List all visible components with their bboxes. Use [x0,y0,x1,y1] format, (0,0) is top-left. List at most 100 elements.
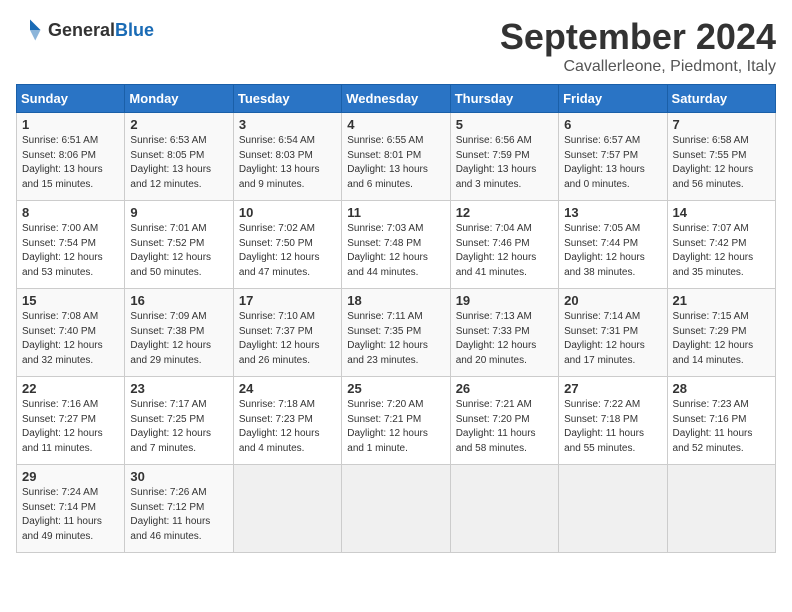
day-info: Sunrise: 7:14 AM Sunset: 7:31 PM Dayligh… [564,310,661,368]
day-info: Sunrise: 7:07 AM Sunset: 7:42 PM Dayligh… [673,222,770,280]
day-info: Sunrise: 7:17 AM Sunset: 7:25 PM Dayligh… [130,398,227,456]
day-number: 18 [347,293,444,308]
calendar-cell: 3Sunrise: 6:54 AM Sunset: 8:03 PM Daylig… [233,113,341,201]
day-number: 26 [456,381,553,396]
day-info: Sunrise: 7:05 AM Sunset: 7:44 PM Dayligh… [564,222,661,280]
day-info: Sunrise: 7:01 AM Sunset: 7:52 PM Dayligh… [130,222,227,280]
calendar-cell: 10 Sunrise: 7:02 AM Sunset: 7:50 PM Dayli… [233,201,341,289]
day-info: Sunrise: 7:26 AM Sunset: 7:12 PM Dayligh… [130,486,227,544]
calendar-cell [450,465,558,553]
page-header: GeneralBlue September 2024 Cavallerleone… [16,16,776,76]
calendar-cell: 6 Sunrise: 6:57 AM Sunset: 7:57 PM Daylig… [559,113,667,201]
day-number: 24 [239,381,336,396]
weekday-header-thursday: Thursday [450,85,558,113]
calendar-cell: 17Sunrise: 7:10 AM Sunset: 7:37 PM Dayli… [233,289,341,377]
calendar-cell: 9 Sunrise: 7:01 AM Sunset: 7:52 PM Daylig… [125,201,233,289]
logo-blue: Blue [115,20,154,40]
weekday-header-sunday: Sunday [17,85,125,113]
day-number: 7 [673,117,770,132]
calendar-cell: 30 Sunrise: 7:26 AM Sunset: 7:12 PM Dayli… [125,465,233,553]
calendar-cell: 26 Sunrise: 7:21 AM Sunset: 7:20 PM Dayli… [450,377,558,465]
day-number: 9 [130,205,227,220]
calendar-cell: 11 Sunrise: 7:03 AM Sunset: 7:48 PM Dayli… [342,201,450,289]
calendar-week-3: 15 Sunrise: 7:08 AM Sunset: 7:40 PM Dayli… [17,289,776,377]
calendar-cell [559,465,667,553]
weekday-header-wednesday: Wednesday [342,85,450,113]
day-number: 12 [456,205,553,220]
day-info: Sunrise: 7:22 AM Sunset: 7:18 PM Dayligh… [564,398,661,456]
calendar-cell [667,465,775,553]
calendar-cell: 18 Sunrise: 7:11 AM Sunset: 7:35 PM Dayli… [342,289,450,377]
day-number: 23 [130,381,227,396]
day-number: 8 [22,205,119,220]
day-info: Sunrise: 7:00 AM Sunset: 7:54 PM Dayligh… [22,222,119,280]
day-number: 20 [564,293,661,308]
day-info: Sunrise: 7:11 AM Sunset: 7:35 PM Dayligh… [347,310,444,368]
calendar-cell: 23 Sunrise: 7:17 AM Sunset: 7:25 PM Dayli… [125,377,233,465]
day-number: 15 [22,293,119,308]
calendar-cell: 16 Sunrise: 7:09 AM Sunset: 7:38 PM Dayli… [125,289,233,377]
calendar-cell: 27Sunrise: 7:22 AM Sunset: 7:18 PM Dayli… [559,377,667,465]
title-block: September 2024 Cavallerleone, Piedmont, … [500,16,776,76]
day-number: 16 [130,293,227,308]
day-info: Sunrise: 7:02 AM Sunset: 7:50 PM Dayligh… [239,222,336,280]
day-number: 6 [564,117,661,132]
day-info: Sunrise: 6:58 AM Sunset: 7:55 PM Dayligh… [673,134,770,192]
calendar-cell: 22Sunrise: 7:16 AM Sunset: 7:27 PM Dayli… [17,377,125,465]
day-info: Sunrise: 7:23 AM Sunset: 7:16 PM Dayligh… [673,398,770,456]
day-info: Sunrise: 7:09 AM Sunset: 7:38 PM Dayligh… [130,310,227,368]
calendar-body: 1 Sunrise: 6:51 AM Sunset: 8:06 PM Daylig… [17,113,776,553]
day-info: Sunrise: 7:10 AM Sunset: 7:37 PM Dayligh… [239,310,336,368]
day-info: Sunrise: 7:03 AM Sunset: 7:48 PM Dayligh… [347,222,444,280]
calendar-cell: 2Sunrise: 6:53 AM Sunset: 8:05 PM Daylig… [125,113,233,201]
day-number: 22 [22,381,119,396]
day-number: 30 [130,469,227,484]
day-number: 28 [673,381,770,396]
day-number: 29 [22,469,119,484]
day-number: 3 [239,117,336,132]
calendar-table: SundayMondayTuesdayWednesdayThursdayFrid… [16,84,776,553]
day-number: 2 [130,117,227,132]
weekday-header-row: SundayMondayTuesdayWednesdayThursdayFrid… [17,85,776,113]
calendar-cell [233,465,341,553]
calendar-cell: 7 Sunrise: 6:58 AM Sunset: 7:55 PM Daylig… [667,113,775,201]
logo-general: General [48,20,115,40]
calendar-cell: 28 Sunrise: 7:23 AM Sunset: 7:16 PM Dayli… [667,377,775,465]
day-info: Sunrise: 6:57 AM Sunset: 7:57 PM Dayligh… [564,134,661,192]
calendar-cell: 4Sunrise: 6:55 AM Sunset: 8:01 PM Daylig… [342,113,450,201]
logo: GeneralBlue [16,16,154,44]
calendar-cell: 19 Sunrise: 7:13 AM Sunset: 7:33 PM Dayli… [450,289,558,377]
day-number: 25 [347,381,444,396]
day-number: 13 [564,205,661,220]
day-number: 11 [347,205,444,220]
day-number: 1 [22,117,119,132]
weekday-header-saturday: Saturday [667,85,775,113]
calendar-cell: 12 Sunrise: 7:04 AM Sunset: 7:46 PM Dayli… [450,201,558,289]
day-info: Sunrise: 7:21 AM Sunset: 7:20 PM Dayligh… [456,398,553,456]
day-info: Sunrise: 7:20 AM Sunset: 7:21 PM Dayligh… [347,398,444,456]
calendar-week-2: 8 Sunrise: 7:00 AM Sunset: 7:54 PM Daylig… [17,201,776,289]
day-info: Sunrise: 6:51 AM Sunset: 8:06 PM Dayligh… [22,134,119,192]
day-info: Sunrise: 6:56 AM Sunset: 7:59 PM Dayligh… [456,134,553,192]
calendar-cell: 21Sunrise: 7:15 AM Sunset: 7:29 PM Dayli… [667,289,775,377]
calendar-week-5: 29 Sunrise: 7:24 AM Sunset: 7:14 PM Dayli… [17,465,776,553]
location-title: Cavallerleone, Piedmont, Italy [500,58,776,76]
day-number: 14 [673,205,770,220]
day-info: Sunrise: 7:13 AM Sunset: 7:33 PM Dayligh… [456,310,553,368]
calendar-week-1: 1 Sunrise: 6:51 AM Sunset: 8:06 PM Daylig… [17,113,776,201]
day-number: 5 [456,117,553,132]
day-number: 19 [456,293,553,308]
day-info: Sunrise: 7:15 AM Sunset: 7:29 PM Dayligh… [673,310,770,368]
calendar-cell [342,465,450,553]
calendar-cell: 5 Sunrise: 6:56 AM Sunset: 7:59 PM Daylig… [450,113,558,201]
month-title: September 2024 [500,16,776,58]
calendar-week-4: 22Sunrise: 7:16 AM Sunset: 7:27 PM Dayli… [17,377,776,465]
day-info: Sunrise: 7:18 AM Sunset: 7:23 PM Dayligh… [239,398,336,456]
day-info: Sunrise: 7:04 AM Sunset: 7:46 PM Dayligh… [456,222,553,280]
day-number: 10 [239,205,336,220]
calendar-cell: 20 Sunrise: 7:14 AM Sunset: 7:31 PM Dayli… [559,289,667,377]
calendar-cell: 25 Sunrise: 7:20 AM Sunset: 7:21 PM Dayli… [342,377,450,465]
day-info: Sunrise: 7:24 AM Sunset: 7:14 PM Dayligh… [22,486,119,544]
weekday-header-tuesday: Tuesday [233,85,341,113]
day-info: Sunrise: 7:08 AM Sunset: 7:40 PM Dayligh… [22,310,119,368]
